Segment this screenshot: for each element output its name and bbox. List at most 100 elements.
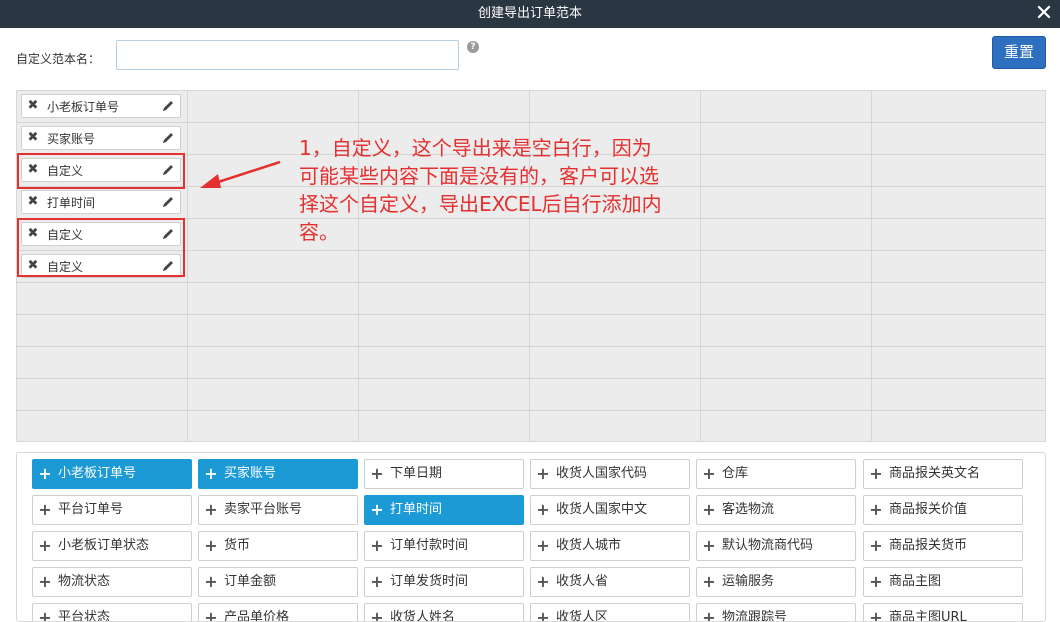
add-field-button[interactable]: + 产品单价格 <box>198 603 358 622</box>
field-button-label: 订单付款时间 <box>390 538 469 553</box>
field-button-label: 收货人国家中文 <box>556 502 648 517</box>
add-field-button[interactable]: + 客选物流 <box>696 495 856 525</box>
add-field-button[interactable]: + 下单日期 <box>364 459 524 489</box>
add-field-button[interactable]: + 商品报关价值 <box>863 495 1023 525</box>
annotation-text: 1，自定义，这个导出来是空白行，因为 可能某些内容下面是没有的，客户可以选 择这… <box>299 136 662 244</box>
pencil-icon[interactable] <box>161 194 175 210</box>
plus-icon: + <box>38 536 52 555</box>
plus-icon: + <box>536 608 550 622</box>
dialog-title-bar: 创建导出订单范本 <box>0 0 1060 28</box>
add-field-button[interactable]: + 运输服务 <box>696 567 856 597</box>
plus-icon: + <box>536 464 550 483</box>
template-name-label: 自定义范本名： <box>16 52 101 66</box>
add-field-button[interactable]: + 订单发货时间 <box>364 567 524 597</box>
field-button-label: 订单发货时间 <box>390 574 469 589</box>
add-field-button[interactable]: + 物流状态 <box>32 567 192 597</box>
add-field-button[interactable]: + 收货人国家代码 <box>530 459 690 489</box>
selected-field-tag[interactable]: ✖ 买家账号 <box>21 126 181 150</box>
field-button-label: 物流状态 <box>58 574 111 589</box>
add-field-button[interactable]: + 商品报关货币 <box>863 531 1023 561</box>
add-field-button[interactable]: + 商品主图URL <box>863 603 1023 622</box>
field-button-label: 买家账号 <box>224 466 277 481</box>
plus-icon: + <box>869 608 883 622</box>
plus-icon: + <box>869 500 883 519</box>
close-icon[interactable]: ✕ <box>1032 0 1056 28</box>
plus-icon: + <box>536 536 550 555</box>
field-button-label: 小老板订单号 <box>58 466 137 481</box>
plus-icon: + <box>38 572 52 591</box>
add-field-button[interactable]: + 仓库 <box>696 459 856 489</box>
plus-icon: + <box>204 536 218 555</box>
add-field-button[interactable]: + 收货人区 <box>530 603 690 622</box>
field-button-label: 小老板订单状态 <box>58 538 150 553</box>
selected-field-label: 买家账号 <box>47 132 96 146</box>
selected-field-label: 打单时间 <box>47 196 96 210</box>
reset-button[interactable]: 重置 <box>992 36 1046 69</box>
remove-icon[interactable]: ✖ <box>26 194 40 210</box>
field-button-label: 卖家平台账号 <box>224 502 303 517</box>
plus-icon: + <box>869 536 883 555</box>
field-button-label: 订单金额 <box>224 574 277 589</box>
field-button-label: 商品报关价值 <box>889 502 968 517</box>
field-button-label: 物流跟踪号 <box>722 610 788 622</box>
field-button-label: 收货人区 <box>556 610 609 622</box>
add-field-button[interactable]: + 平台状态 <box>32 603 192 621</box>
field-button-label: 收货人姓名 <box>390 610 456 622</box>
plus-icon: + <box>702 500 716 519</box>
field-button-label: 货币 <box>224 538 251 553</box>
field-button-label: 仓库 <box>722 466 749 481</box>
add-field-button[interactable]: + 货币 <box>198 531 358 561</box>
highlight-box <box>17 153 185 189</box>
add-field-button[interactable]: + 卖家平台账号 <box>198 495 358 525</box>
remove-icon[interactable]: ✖ <box>26 130 40 146</box>
field-button-label: 收货人城市 <box>556 538 622 553</box>
pencil-icon[interactable] <box>161 130 175 146</box>
field-button-label: 商品报关货币 <box>889 538 968 553</box>
field-button-label: 打单时间 <box>390 502 443 517</box>
field-button-label: 下单日期 <box>390 466 443 481</box>
add-field-button[interactable]: + 收货人城市 <box>530 531 690 561</box>
template-name-input[interactable] <box>116 40 459 70</box>
add-field-button[interactable]: + 小老板订单号 <box>32 459 192 489</box>
field-button-label: 商品主图URL <box>889 610 967 622</box>
plus-icon: + <box>869 464 883 483</box>
plus-icon: + <box>204 572 218 591</box>
add-field-button[interactable]: + 打单时间 <box>364 495 524 525</box>
add-field-button[interactable]: + 收货人国家中文 <box>530 495 690 525</box>
dialog-title: 创建导出订单范本 <box>477 6 582 21</box>
selected-field-tag[interactable]: ✖ 打单时间 <box>21 190 181 214</box>
help-icon[interactable]: ? <box>467 41 479 53</box>
add-field-button[interactable]: + 商品主图 <box>863 567 1023 597</box>
plus-icon: + <box>370 608 384 622</box>
plus-icon: + <box>370 464 384 483</box>
plus-icon: + <box>702 608 716 622</box>
field-button-label: 产品单价格 <box>224 610 290 622</box>
field-button-label: 运输服务 <box>722 574 775 589</box>
add-field-button[interactable]: + 买家账号 <box>198 459 358 489</box>
add-field-button[interactable]: + 商品报关英文名 <box>863 459 1023 489</box>
add-field-button[interactable]: + 收货人姓名 <box>364 603 524 622</box>
plus-icon: + <box>370 572 384 591</box>
add-field-button[interactable]: + 默认物流商代码 <box>696 531 856 561</box>
highlight-box <box>17 218 185 277</box>
field-button-label: 收货人国家代码 <box>556 466 648 481</box>
plus-icon: + <box>370 500 384 519</box>
pencil-icon[interactable] <box>161 98 175 114</box>
plus-icon: + <box>702 536 716 555</box>
selected-field-tag[interactable]: ✖ 小老板订单号 <box>21 94 181 118</box>
plus-icon: + <box>869 572 883 591</box>
field-button-label: 平台订单号 <box>58 502 124 517</box>
plus-icon: + <box>38 464 52 483</box>
field-button-label: 收货人省 <box>556 574 609 589</box>
field-button-label: 商品主图 <box>889 574 942 589</box>
add-field-button[interactable]: + 物流跟踪号 <box>696 603 856 622</box>
add-field-button[interactable]: + 小老板订单状态 <box>32 531 192 561</box>
add-field-button[interactable]: + 平台订单号 <box>32 495 192 525</box>
remove-icon[interactable]: ✖ <box>26 98 40 114</box>
add-field-button[interactable]: + 订单金额 <box>198 567 358 597</box>
plus-icon: + <box>370 536 384 555</box>
add-field-button[interactable]: + 收货人省 <box>530 567 690 597</box>
annotation-arrow <box>200 160 281 188</box>
add-field-button[interactable]: + 订单付款时间 <box>364 531 524 561</box>
available-fields-panel: + 小老板订单号 + 买家账号 + 下单日期 + 收货人国家代码 + 仓库 + 商品报关英文名 + 平台订… <box>16 452 1046 622</box>
